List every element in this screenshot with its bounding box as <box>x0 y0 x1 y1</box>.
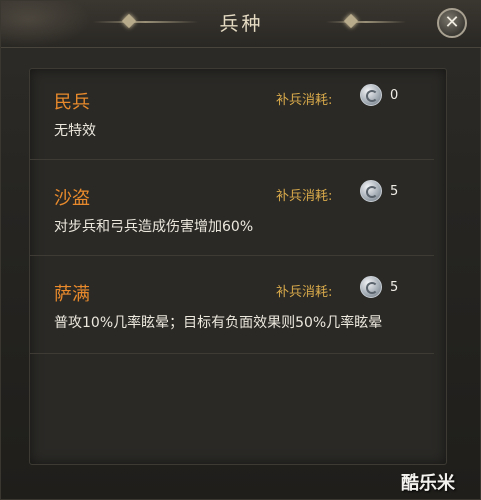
unit-description: 普攻10%几率眩晕；目标有负面效果则50%几率眩晕 <box>54 315 383 331</box>
unit-entry: 民兵 补兵消耗: 0 无特效 <box>30 69 434 160</box>
coin-icon <box>360 180 382 202</box>
title-bar: 兵种 ✕ <box>1 1 481 48</box>
close-icon: ✕ <box>444 12 460 33</box>
unit-name: 沙盗 <box>54 188 90 209</box>
cost-value: 5 <box>390 184 399 199</box>
unit-types-window: 兵种 ✕ 民兵 补兵消耗: 0 无特效 沙盗 补兵消耗: 5 对步兵和弓兵造成伤… <box>0 0 481 500</box>
title-divider-right <box>326 21 406 23</box>
cost-label: 补兵消耗: <box>276 93 333 108</box>
unit-name: 萨满 <box>54 284 90 305</box>
unit-entry: 沙盗 补兵消耗: 5 对步兵和弓兵造成伤害增加60% <box>30 165 434 256</box>
unit-description: 对步兵和弓兵造成伤害增加60% <box>54 219 254 235</box>
coin-icon <box>360 84 382 106</box>
unit-list-panel: 民兵 补兵消耗: 0 无特效 沙盗 补兵消耗: 5 对步兵和弓兵造成伤害增加60… <box>29 68 447 465</box>
cost-value: 0 <box>390 88 399 103</box>
window-title: 兵种 <box>219 13 264 35</box>
close-button[interactable]: ✕ <box>437 8 467 38</box>
cost-label: 补兵消耗: <box>276 189 333 204</box>
coin-icon <box>360 276 382 298</box>
watermark: 酷乐米 <box>401 473 455 494</box>
unit-description: 无特效 <box>54 123 96 139</box>
cost-label: 补兵消耗: <box>276 285 333 300</box>
unit-entry: 萨满 补兵消耗: 5 普攻10%几率眩晕；目标有负面效果则50%几率眩晕 <box>30 261 434 354</box>
unit-name: 民兵 <box>54 92 90 113</box>
cost-value: 5 <box>390 280 399 295</box>
